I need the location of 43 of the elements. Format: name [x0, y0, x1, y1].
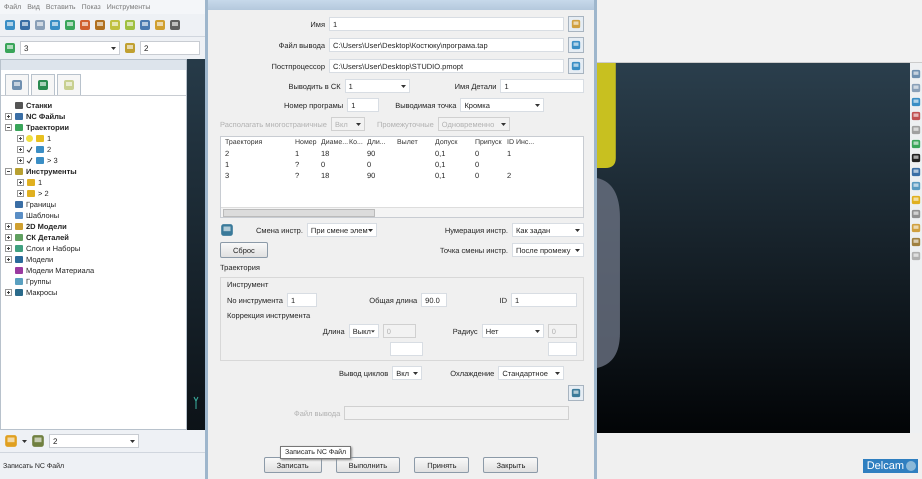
dropdown[interactable]: 2 — [49, 434, 139, 448]
caret-icon — [400, 84, 406, 88]
expand-icon[interactable] — [17, 135, 24, 142]
toolbar-icon[interactable] — [911, 153, 921, 163]
collapse-icon[interactable] — [5, 168, 12, 175]
caret-icon — [500, 122, 506, 126]
caret-icon — [368, 228, 373, 232]
logo: Delcam — [862, 459, 918, 473]
caret-icon — [22, 440, 27, 442]
tab[interactable] — [57, 74, 81, 95]
caret-icon — [130, 440, 135, 442]
caret-icon — [111, 46, 116, 50]
expand-icon[interactable] — [5, 256, 12, 263]
caret-icon — [413, 372, 418, 374]
expand-icon[interactable] — [5, 245, 12, 252]
calculator-button[interactable] — [568, 385, 584, 401]
caret-icon — [575, 248, 580, 252]
expand-icon[interactable] — [5, 234, 12, 241]
edit-button[interactable] — [568, 16, 584, 32]
caret-icon — [534, 330, 540, 332]
caret-icon — [356, 122, 361, 126]
text-field[interactable] — [390, 342, 424, 356]
collapse-icon[interactable] — [5, 124, 12, 131]
expand-icon[interactable] — [17, 157, 24, 164]
caret-icon — [575, 228, 580, 232]
expand-icon[interactable] — [5, 223, 12, 230]
dropdown[interactable]: 3 — [20, 41, 120, 55]
expand-icon[interactable] — [5, 289, 12, 296]
caret-icon — [370, 330, 375, 332]
tab[interactable] — [31, 74, 55, 95]
browse-button[interactable] — [568, 58, 584, 74]
expand-icon[interactable] — [17, 146, 24, 153]
axis-icon — [193, 396, 199, 410]
browse-button[interactable] — [568, 37, 584, 53]
dropdown[interactable]: 2 — [140, 41, 200, 55]
expand-icon[interactable] — [17, 190, 24, 197]
expand-icon[interactable] — [17, 179, 24, 186]
text-field[interactable] — [548, 342, 578, 356]
tab[interactable] — [5, 74, 29, 95]
expand-icon[interactable] — [5, 113, 12, 120]
caret-icon — [535, 104, 540, 106]
scrollbar[interactable] — [221, 207, 583, 217]
caret-icon — [555, 372, 560, 374]
